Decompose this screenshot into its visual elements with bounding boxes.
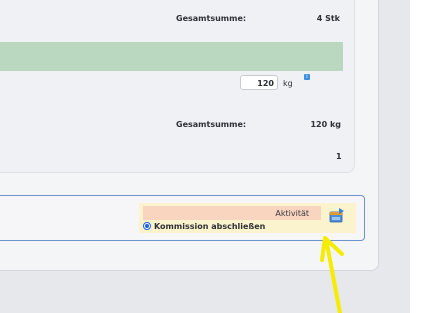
run-activity-icon [329,208,344,223]
total-pieces-value: 4 Stk [316,14,340,23]
quantity-unit: kg [283,79,293,88]
item-count: 1 [336,152,342,161]
activity-label: Aktivität [143,206,321,220]
complete-commission-radio[interactable] [143,222,151,230]
item-row-highlight [0,42,343,71]
info-icon[interactable]: i [304,74,310,80]
arrow-annotation [320,236,344,313]
quantity-input[interactable]: 120 [240,75,278,90]
total-weight-value: 120 kg [310,120,341,129]
total-pieces-label: Gesamtsumme: [176,14,247,23]
complete-commission-label[interactable]: Kommission abschließen [154,222,265,231]
right-background-strip [410,0,430,313]
run-activity-button[interactable] [328,207,345,224]
total-weight-label: Gesamtsumme: [176,120,247,129]
activity-label-text: Aktivität [275,208,309,218]
items-panel: Gesamtsumme: 4 Stk 120 kg i Gesamtsumme:… [0,0,355,173]
